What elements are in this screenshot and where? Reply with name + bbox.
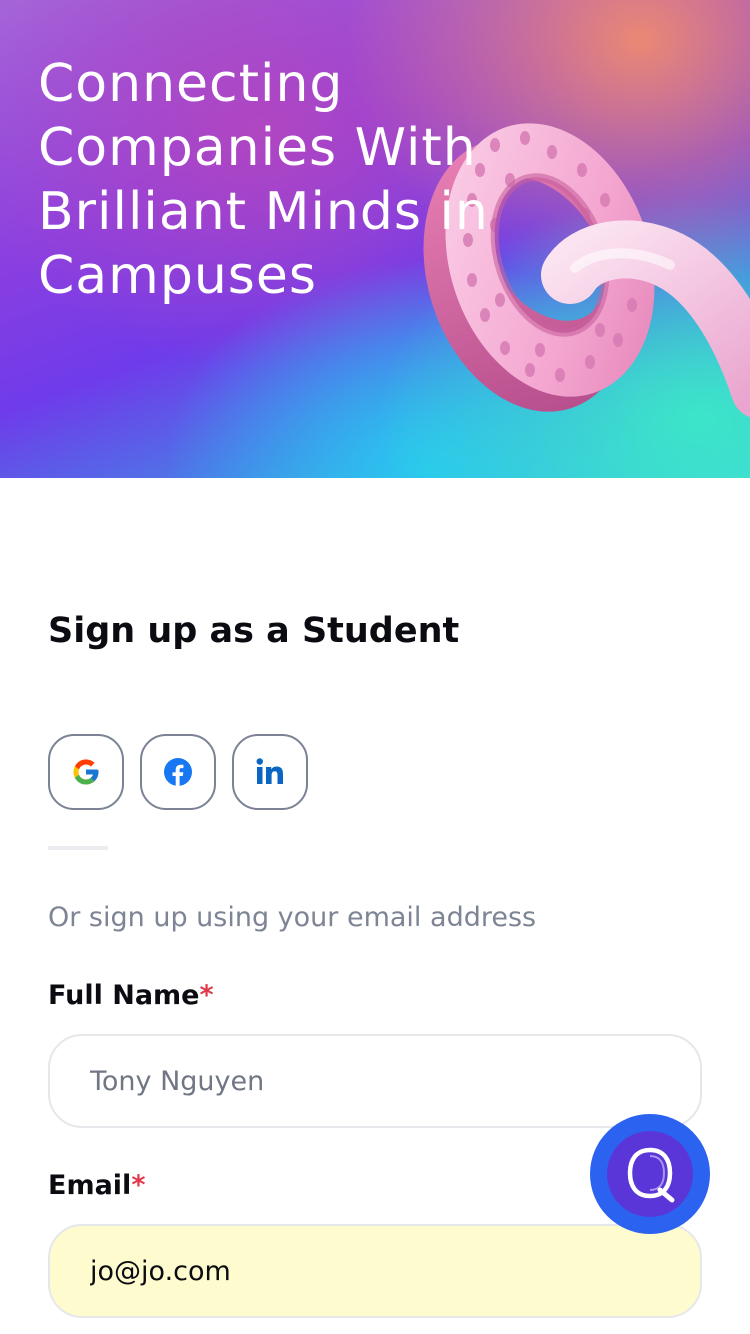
required-mark: * <box>131 1170 146 1201</box>
hero-banner: Connecting Companies With Brilliant Mind… <box>0 0 750 478</box>
full-name-label-text: Full Name <box>48 980 200 1011</box>
signup-page: Connecting Companies With Brilliant Mind… <box>0 0 750 1334</box>
email-signup-hint: Or sign up using your email address <box>48 902 537 933</box>
required-mark: * <box>199 980 214 1011</box>
google-icon <box>73 759 99 785</box>
chat-widget-button[interactable] <box>590 1114 710 1234</box>
email-label-text: Email <box>48 1170 132 1201</box>
linkedin-signup-button[interactable] <box>232 734 308 810</box>
facebook-icon <box>164 758 192 786</box>
chat-q-icon <box>627 1147 675 1203</box>
chat-widget-inner <box>607 1131 693 1217</box>
facebook-signup-button[interactable] <box>140 734 216 810</box>
hero-title: Connecting Companies With Brilliant Mind… <box>38 54 489 306</box>
full-name-input[interactable] <box>48 1034 702 1128</box>
signup-heading: Sign up as a Student <box>48 611 460 651</box>
linkedin-icon <box>256 758 283 784</box>
social-login-row <box>48 734 308 810</box>
email-input[interactable] <box>48 1224 702 1318</box>
email-label: Email* <box>48 1168 145 1204</box>
google-signup-button[interactable] <box>48 734 124 810</box>
full-name-label: Full Name* <box>48 978 214 1014</box>
divider <box>48 846 108 850</box>
